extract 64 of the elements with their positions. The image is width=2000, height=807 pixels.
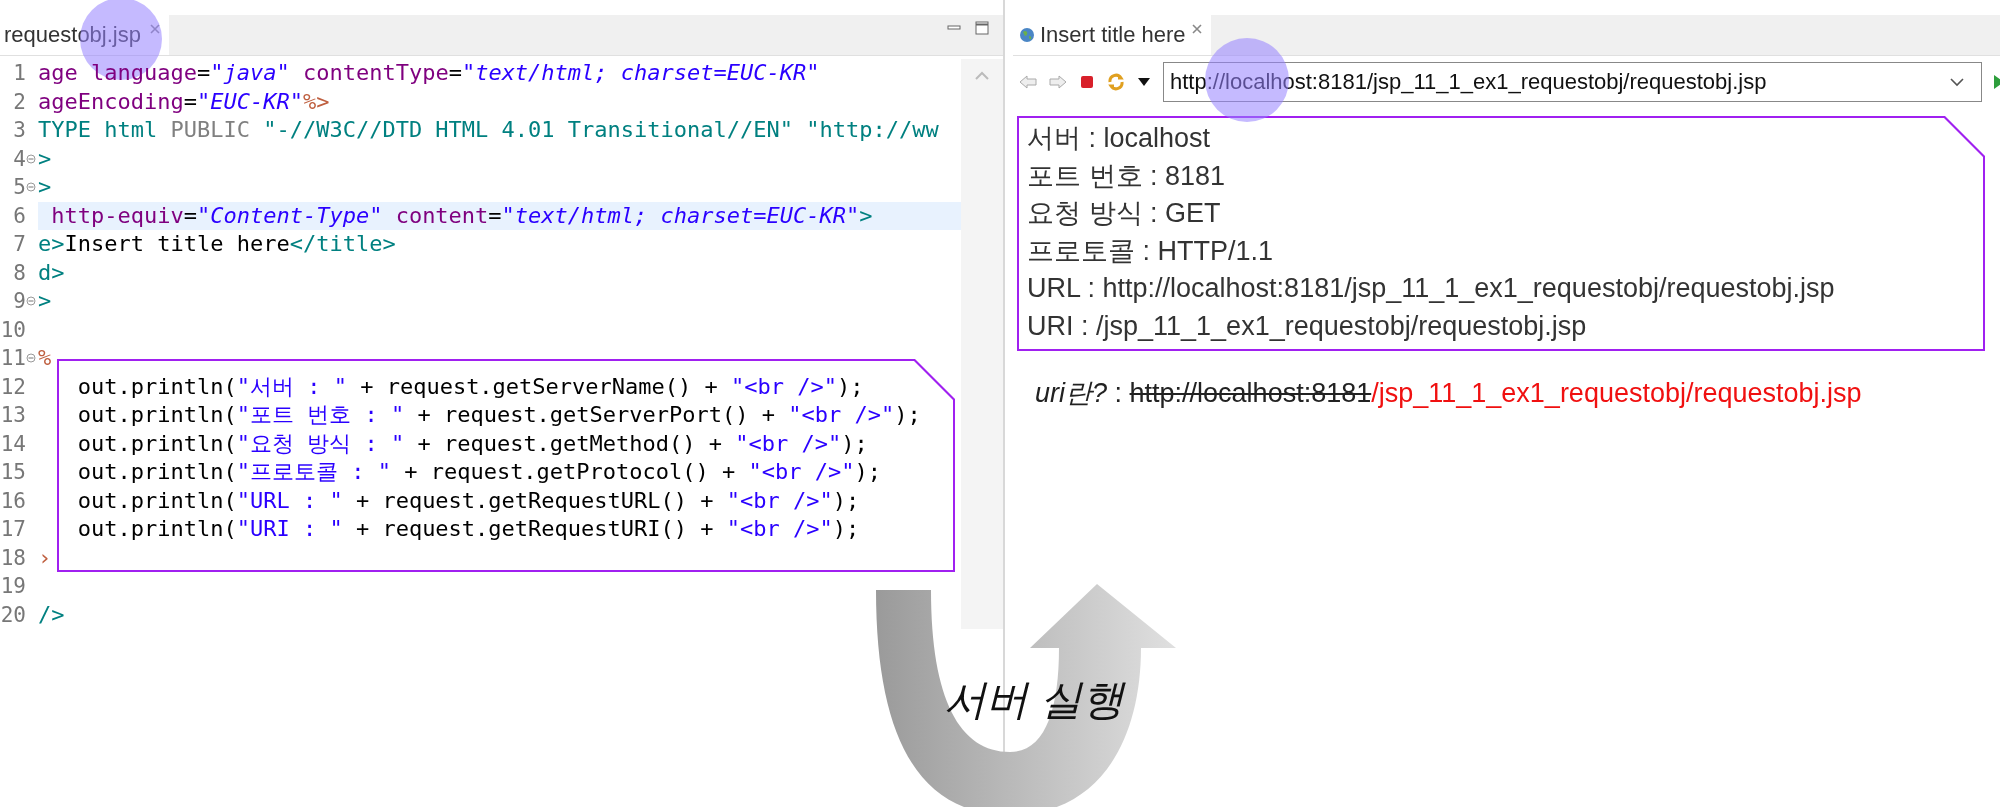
caption-text: 서버 실행 bbox=[944, 675, 1124, 725]
code-line: out.println("포트 번호 : " + request.getServerPort() + "<br />"); bbox=[76, 401, 921, 429]
code-line: > bbox=[38, 173, 52, 201]
code-line: › bbox=[38, 543, 52, 572]
line-number: 17 bbox=[0, 517, 26, 542]
output-line: 요청 방식 : GET bbox=[1027, 197, 1222, 230]
line-number: 7 bbox=[12, 232, 26, 257]
line-number: 16 bbox=[0, 488, 26, 513]
line-number: 8 bbox=[12, 260, 26, 285]
output-line: URI : /jsp_11_1_ex1_requestobj/requestobj.jsp bbox=[1027, 309, 1588, 343]
output-line: 포트 번호 : 8181 bbox=[1027, 159, 1227, 193]
note-text: uri란? : http://localhost:8181/jsp_11_1_ex1_requestobj/requestobj.jsp bbox=[1035, 377, 1863, 410]
back-icon[interactable] bbox=[1019, 74, 1037, 90]
forward-icon[interactable] bbox=[1049, 74, 1067, 90]
chevron-down-icon[interactable] bbox=[1949, 77, 1965, 87]
url-field[interactable]: http://localhost:8181/jsp_11_1_ex1_requestobj/requestobj.jsp bbox=[1163, 62, 1982, 102]
fold-icon[interactable] bbox=[26, 153, 36, 164]
line-number: 9 bbox=[12, 289, 26, 314]
line-number: 2 bbox=[12, 89, 26, 114]
line-number: 14 bbox=[0, 431, 26, 456]
code-line: ageEncoding="EUC-KR"%> bbox=[38, 87, 330, 116]
close-icon[interactable] bbox=[1190, 23, 1203, 35]
code-line: out.println("URL : " + request.getRequestURL() + "<br />"); bbox=[76, 486, 860, 515]
dropdown-icon[interactable] bbox=[1137, 77, 1151, 87]
fold-icon[interactable] bbox=[26, 296, 36, 307]
line-number: 1 bbox=[12, 61, 26, 86]
browser-tab[interactable]: Insert title here bbox=[1013, 15, 1211, 55]
code-line: TYPE html PUBLIC "-//W3C//DTD HTML 4.01 Transitional//EN" "http://ww bbox=[38, 116, 939, 144]
line-number: 3 bbox=[12, 118, 26, 143]
code-line: out.println("서버 : " + request.getServerName() + "<br />"); bbox=[76, 372, 864, 401]
refresh-icon[interactable] bbox=[1107, 73, 1125, 91]
fold-icon[interactable] bbox=[26, 182, 36, 193]
line-number: 19 bbox=[0, 574, 26, 599]
code-line: /> bbox=[38, 600, 65, 629]
line-number: 10 bbox=[0, 317, 26, 342]
scrollbar[interactable] bbox=[961, 59, 1003, 629]
code-line: out.println("요청 방식 : " + request.getMethod() + "<br />"); bbox=[76, 429, 868, 458]
line-number: 5 bbox=[12, 175, 26, 200]
code-line: % bbox=[38, 344, 52, 372]
code-line: d> bbox=[38, 258, 65, 287]
fold-icon[interactable] bbox=[26, 353, 36, 364]
line-number: 18 bbox=[0, 545, 26, 570]
output-line: URL : http://localhost:8181/jsp_11_1_ex1_requestobj/requestobj.jsp bbox=[1027, 272, 1836, 305]
line-number: 20 bbox=[0, 602, 26, 627]
output-line: 프로토콜 : HTTP/1.1 bbox=[1027, 234, 1275, 268]
close-icon[interactable] bbox=[149, 23, 161, 35]
editor-tab[interactable]: requestobj.jsp bbox=[0, 15, 169, 55]
scroll-up-icon[interactable] bbox=[974, 71, 990, 81]
code-line: > bbox=[38, 287, 52, 315]
line-number: 4 bbox=[12, 146, 26, 171]
stop-icon[interactable] bbox=[1079, 74, 1095, 90]
maximize-icon[interactable] bbox=[975, 21, 989, 35]
line-number: 12 bbox=[0, 374, 26, 399]
code-line: e>Insert title here</title> bbox=[38, 230, 396, 258]
code-line: out.println("프로토콜 : " + request.getProtocol() + "<br />"); bbox=[76, 458, 881, 486]
line-number: 13 bbox=[0, 403, 26, 428]
output-line: 서버 : localhost bbox=[1027, 122, 1212, 155]
code-line: > bbox=[38, 144, 52, 173]
code-line: age language="java" contentType="text/html; charset=EUC-KR" bbox=[38, 59, 820, 87]
line-number: 6 bbox=[12, 203, 26, 228]
code-line: out.println("URI : " + request.getRequestURI() + "<br />"); bbox=[76, 515, 860, 543]
line-number: 15 bbox=[0, 460, 26, 485]
line-number: 11 bbox=[0, 346, 26, 371]
globe-icon bbox=[1019, 27, 1035, 43]
